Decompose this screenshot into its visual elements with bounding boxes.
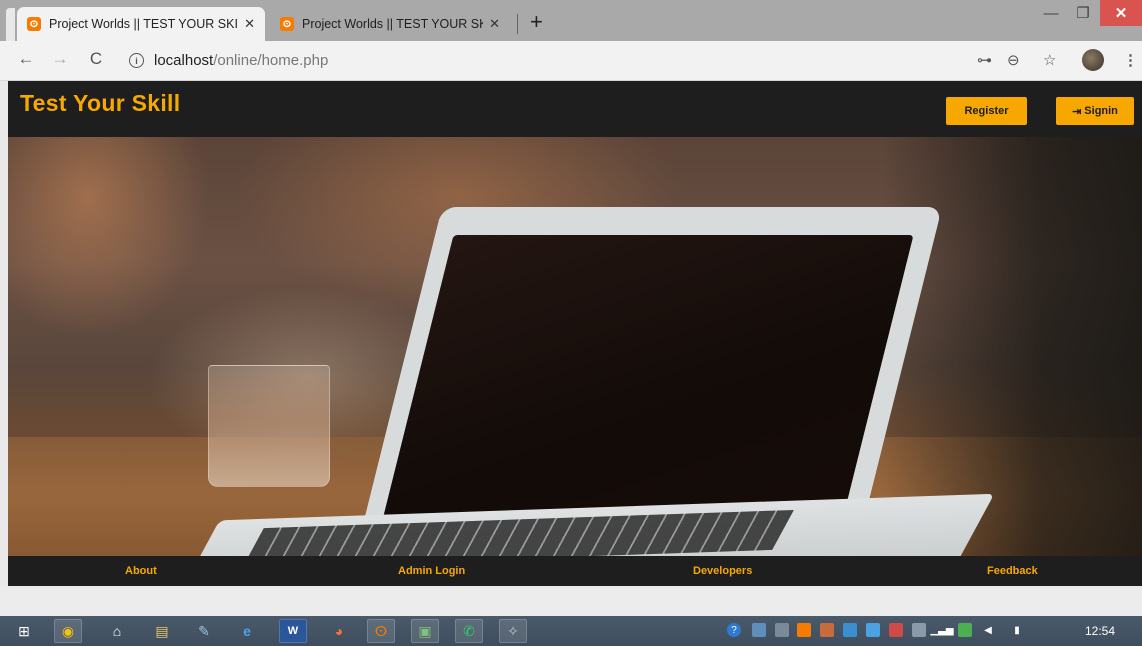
close-window-button[interactable]: ✕ xyxy=(1100,0,1142,26)
new-tab-button[interactable]: + xyxy=(530,9,543,35)
xampp-tray-icon[interactable] xyxy=(797,623,811,637)
home-icon[interactable]: ⌂ xyxy=(103,619,131,643)
flag-tray-icon[interactable] xyxy=(775,623,789,637)
site-title[interactable]: Test Your Skill xyxy=(20,90,180,117)
hero-shadow xyxy=(882,137,1142,556)
network-tray-icon[interactable] xyxy=(752,623,766,637)
tab-project-worlds-2[interactable]: ⵙ Project Worlds || TEST YOUR SKIL ✕ xyxy=(270,7,510,41)
app-tray-icon[interactable] xyxy=(820,623,834,637)
page-bottom-area xyxy=(0,586,1142,616)
profile-avatar[interactable] xyxy=(1082,49,1104,71)
reload-icon[interactable]: C xyxy=(86,49,106,69)
info-icon[interactable]: i xyxy=(129,53,144,68)
signal-tray-icon[interactable]: ▁▃▅ xyxy=(930,623,953,637)
tab-project-worlds-active[interactable]: ⵙ Project Worlds || TEST YOUR SKIL ✕ xyxy=(17,7,265,41)
close-tab-icon[interactable]: ✕ xyxy=(244,16,255,32)
url-host: localhost xyxy=(154,52,214,69)
maximize-window-button[interactable]: ❐ xyxy=(1068,0,1098,26)
feedback-link[interactable]: Feedback xyxy=(987,565,1038,577)
settings-icon[interactable]: ✧ xyxy=(499,619,527,643)
footer-nav: About Admin Login Developers Feedback xyxy=(8,556,1142,586)
word-icon[interactable]: W xyxy=(279,619,307,643)
sync-tray-icon[interactable] xyxy=(843,623,857,637)
minimize-window-button[interactable]: — xyxy=(1036,0,1066,26)
register-label: Register xyxy=(964,105,1009,117)
bookmark-star-icon[interactable]: ☆ xyxy=(1043,51,1056,69)
whatsapp-icon[interactable]: ✆ xyxy=(455,619,483,643)
windows-start-icon[interactable]: ⊞ xyxy=(10,619,38,643)
pen-icon[interactable]: ✎ xyxy=(190,619,218,643)
volume-muted-icon[interactable]: ◀ xyxy=(981,623,995,637)
zoom-icon[interactable]: ⊖ xyxy=(1007,51,1020,69)
address-bar[interactable]: i localhost/online/home.php xyxy=(121,46,1001,75)
about-link[interactable]: About xyxy=(125,565,157,577)
hero-laptop-display xyxy=(382,235,914,520)
tab-strip-edge xyxy=(6,8,15,41)
signin-icon: ⇥ xyxy=(1072,105,1082,118)
forward-arrow-icon[interactable]: → xyxy=(50,49,70,69)
display-tray-icon[interactable] xyxy=(912,623,926,637)
image-viewer-icon[interactable]: ▣ xyxy=(411,619,439,643)
windows-taskbar: ⊞ ◉ ⌂ ▤ ✎ e W ◕ ⵙ ▣ ✆ ✧ ? ▁▃▅ ◀ ▮ 12:54 xyxy=(0,616,1142,646)
security-tray-icon[interactable] xyxy=(889,623,903,637)
edge-icon[interactable]: e xyxy=(233,619,261,643)
browser-toolbar: ← → C i localhost/online/home.php ⊶ ⊖ ☆ … xyxy=(0,41,1142,81)
xampp-icon: ⵙ xyxy=(27,17,41,31)
developers-link[interactable]: Developers xyxy=(693,565,752,577)
tab-separator xyxy=(517,14,518,34)
register-button[interactable]: Register xyxy=(946,97,1027,125)
close-tab-icon[interactable]: ✕ xyxy=(489,16,500,32)
snowflake-tray-icon[interactable] xyxy=(866,623,880,637)
site-header: Test Your Skill Register ⇥ Signin xyxy=(8,81,1142,137)
admin-login-link[interactable]: Admin Login xyxy=(398,565,465,577)
hero-laptop-image xyxy=(8,137,1142,556)
signin-label: Signin xyxy=(1084,105,1118,117)
file-explorer-icon[interactable]: ▤ xyxy=(148,619,176,643)
help-icon[interactable]: ? xyxy=(727,623,741,637)
browser-menu-icon[interactable]: ⋮ xyxy=(1123,51,1138,69)
hero-glass xyxy=(208,365,330,487)
xampp-icon[interactable]: ⵙ xyxy=(367,619,395,643)
back-arrow-icon[interactable]: ← xyxy=(16,49,36,69)
browser-tab-strip: ⵙ Project Worlds || TEST YOUR SKIL ✕ ⵙ P… xyxy=(0,0,1142,41)
xampp-icon: ⵙ xyxy=(280,17,294,31)
battery-icon[interactable]: ▮ xyxy=(1010,623,1024,637)
key-icon[interactable]: ⊶ xyxy=(977,51,992,69)
chrome-icon[interactable]: ◉ xyxy=(54,619,82,643)
nvidia-tray-icon[interactable] xyxy=(958,623,972,637)
tab-title: Project Worlds || TEST YOUR SKIL xyxy=(49,17,239,31)
url-path: /online/home.php xyxy=(213,52,329,69)
firefox-icon[interactable]: ◕ xyxy=(325,619,353,643)
tab-title: Project Worlds || TEST YOUR SKIL xyxy=(302,17,484,31)
taskbar-clock[interactable]: 12:54 xyxy=(1085,624,1115,638)
signin-button[interactable]: ⇥ Signin xyxy=(1056,97,1134,125)
